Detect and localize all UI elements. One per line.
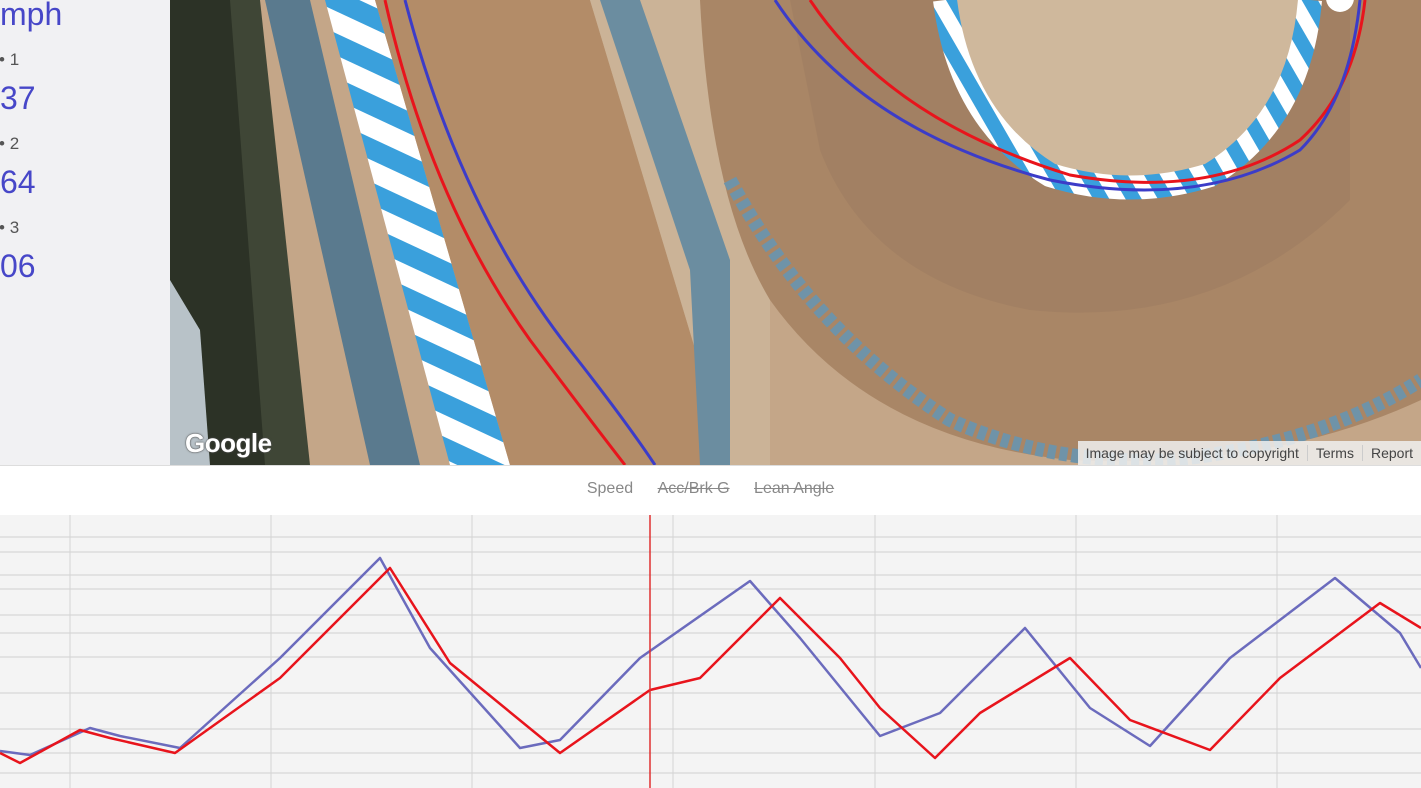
track-map-image <box>170 0 1421 465</box>
sector-label: • 2 <box>0 134 20 153</box>
legend-lean-angle[interactable]: Lean Angle <box>754 480 834 497</box>
legend-speed[interactable]: Speed <box>587 480 633 497</box>
legend-acc-brk-g[interactable]: Acc/Brk G <box>658 480 730 497</box>
sector-value: 06 <box>0 248 36 284</box>
sector-value: 37 <box>0 80 36 116</box>
speed-unit-label: mph <box>0 0 63 32</box>
sector-times-panel: mph • 1 37 • 2 64 • 3 06 <box>0 0 170 465</box>
map-attribution: Image may be subject to copyright Terms … <box>1077 441 1421 465</box>
terms-link[interactable]: Terms <box>1306 445 1362 461</box>
telemetry-chart-panel: Speed Acc/Brk G Lean Angle <box>0 465 1421 788</box>
sector-label: • 1 <box>0 50 20 69</box>
sector-label: • 3 <box>0 218 20 237</box>
satellite-map[interactable]: Google Image may be subject to copyright… <box>170 0 1421 465</box>
chart-legend: Speed Acc/Brk G Lean Angle <box>0 480 1421 498</box>
google-logo: Google <box>185 428 272 458</box>
copyright-notice: Image may be subject to copyright <box>1085 445 1299 461</box>
speed-chart[interactable] <box>0 515 1421 788</box>
chart-background <box>0 515 1421 788</box>
sector-value: 64 <box>0 164 36 200</box>
report-link[interactable]: Report <box>1361 445 1421 461</box>
